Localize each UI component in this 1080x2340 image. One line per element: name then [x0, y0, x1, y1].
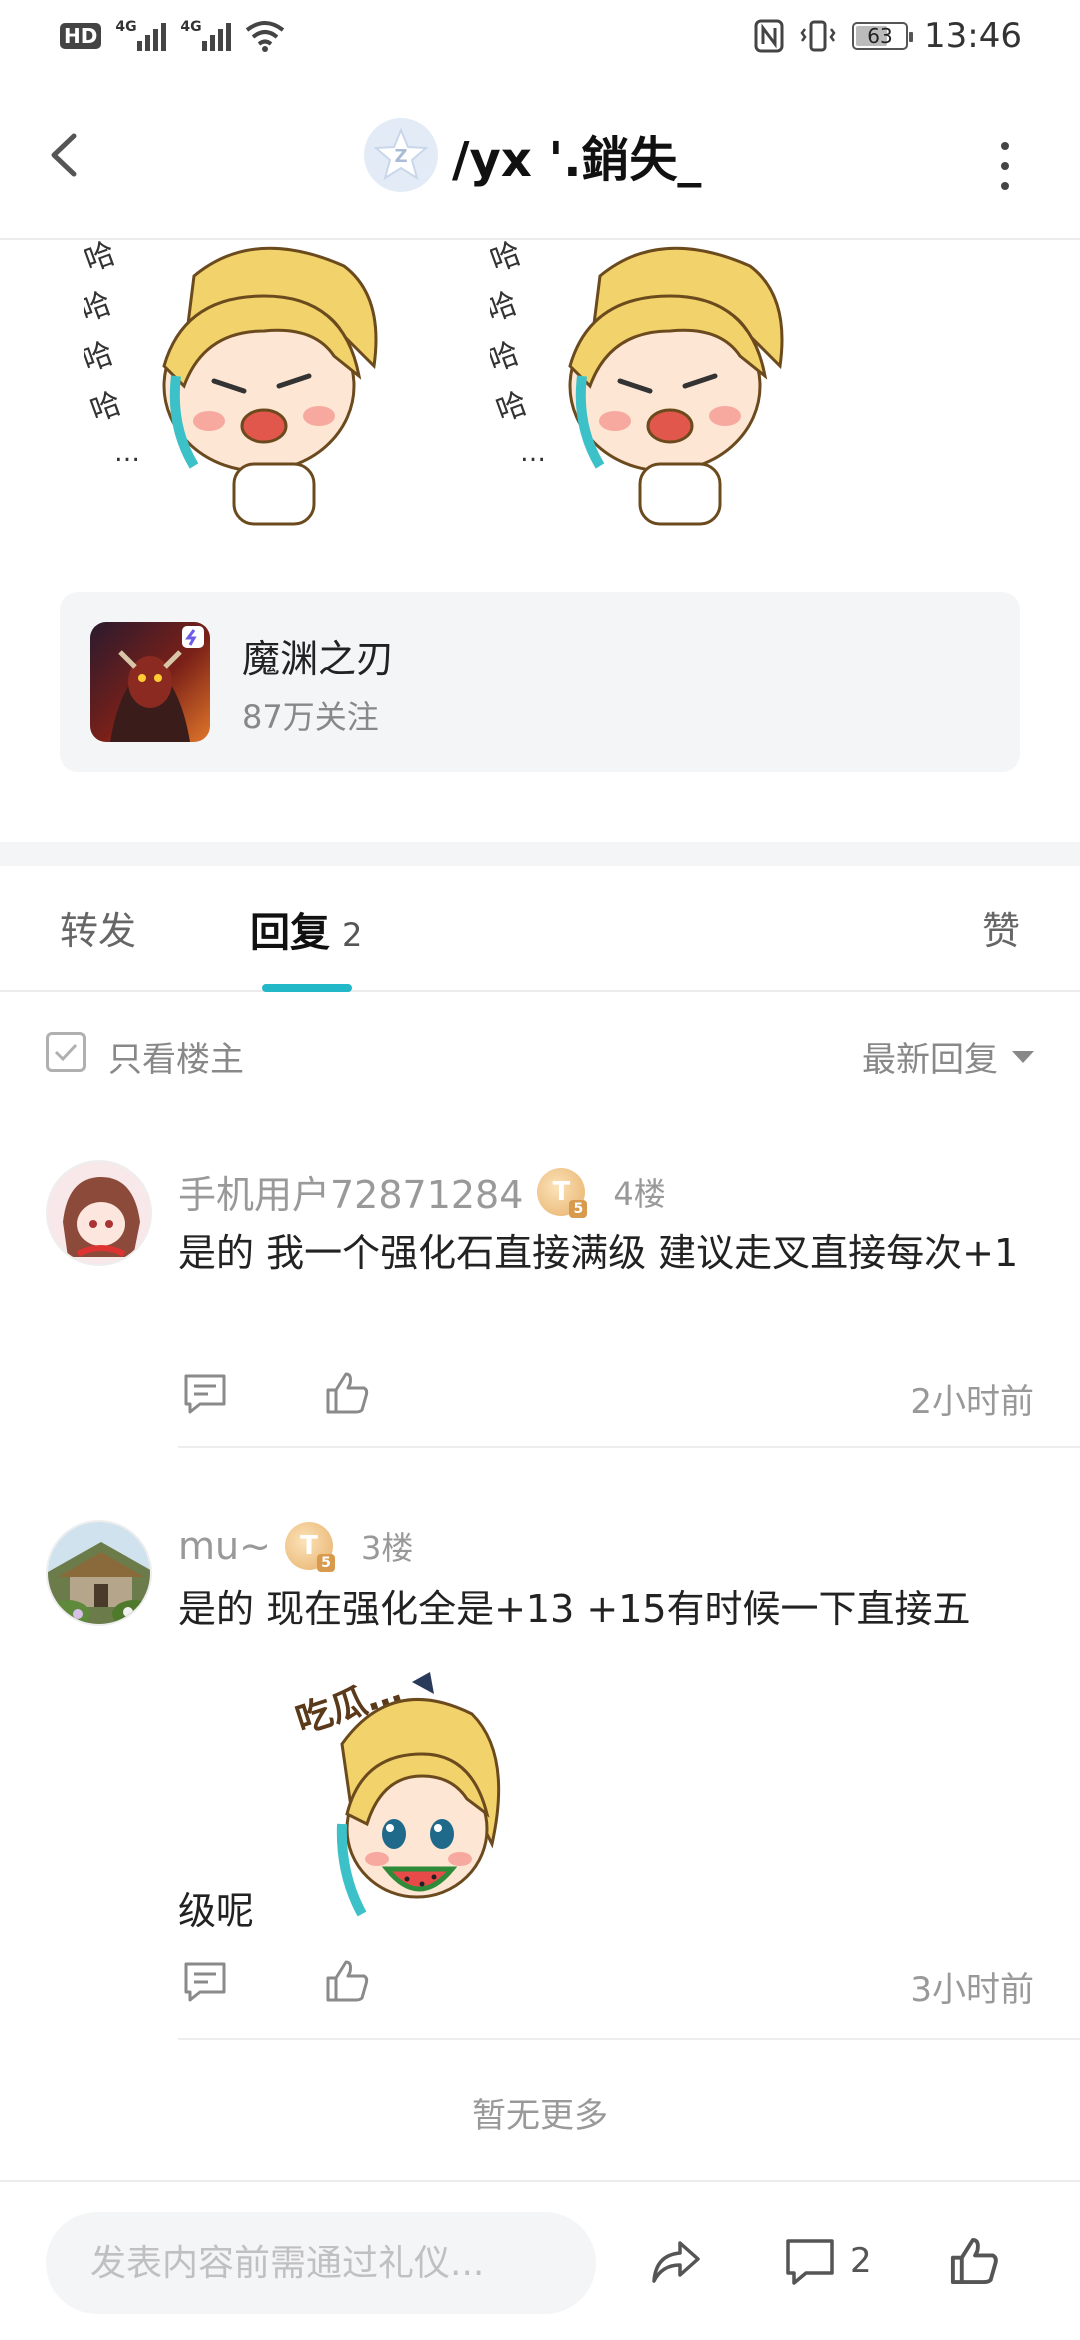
svg-text:哈: 哈: [490, 336, 524, 379]
tab-reply-label: 回复: [250, 910, 330, 956]
wifi-icon: [246, 21, 285, 52]
caret-down-icon: [1012, 1050, 1034, 1063]
tab-reply[interactable]: 回复 2: [250, 900, 362, 958]
reply-time: 2小时前: [910, 1382, 1034, 1422]
check-icon: [54, 1043, 78, 1062]
username[interactable]: 手机用户72871284: [178, 1164, 523, 1219]
laughing-sticker-image-2[interactable]: 哈 哈 哈 哈 …: [482, 236, 840, 526]
share-arrow-icon: [652, 2241, 700, 2283]
svg-text:哈: 哈: [490, 286, 522, 329]
svg-text:Z: Z: [394, 146, 407, 167]
floor-number: 3楼: [360, 1529, 414, 1567]
svg-text:哈: 哈: [84, 336, 118, 379]
active-tab-indicator: [262, 984, 352, 992]
reply-meta: mu~ T5 3楼: [178, 1522, 414, 1572]
forum-followers: 87万关注: [242, 698, 379, 736]
battery-icon: 63: [852, 22, 914, 50]
filter-row: 只看楼主 最新回复: [0, 1010, 1080, 1100]
svg-text:哈: 哈: [86, 386, 126, 429]
comment-bubble-icon: [786, 2239, 834, 2285]
clock: 13:46: [924, 16, 1022, 56]
svg-text:哈: 哈: [84, 236, 120, 279]
forum-card[interactable]: 魔渊之刃 87万关注: [60, 592, 1020, 772]
svg-text:…: …: [114, 438, 140, 468]
username[interactable]: mu~: [178, 1524, 271, 1568]
svg-text:…: …: [520, 438, 546, 468]
tab-reply-count: 2: [342, 916, 363, 954]
avatar[interactable]: [46, 1520, 152, 1626]
status-right: 63 13:46: [754, 16, 1022, 56]
tab-like[interactable]: 赞: [982, 900, 1020, 955]
level-badge: T5: [537, 1167, 588, 1218]
tab-repost[interactable]: 转发: [60, 900, 136, 955]
laughing-sticker-image[interactable]: 哈 哈 哈 哈 …: [76, 236, 434, 526]
signal-icon-2: 4G: [180, 19, 232, 51]
reply-separator: [178, 2038, 1080, 2040]
thumbs-up-icon[interactable]: [320, 1366, 374, 1420]
status-left: HD 4G 4G: [60, 19, 285, 52]
reply-meta: 手机用户72871284 T5 4楼: [178, 1164, 666, 1219]
title-group[interactable]: Z /yx '.銷失_: [364, 118, 701, 192]
share-button[interactable]: [646, 2226, 706, 2296]
nfc-icon: [754, 19, 784, 53]
star-logo-icon: Z: [364, 118, 438, 192]
bottom-action-bar: 2: [0, 2180, 1080, 2340]
only-op-label[interactable]: 只看楼主: [108, 1032, 244, 1081]
battery-level: 63: [867, 24, 893, 48]
hd-icon: HD: [60, 23, 102, 49]
no-more-label: 暂无更多: [472, 2096, 608, 2136]
reply-separator: [178, 1446, 1080, 1448]
reply-text-continued: 级呢: [178, 1889, 255, 1933]
more-options-button[interactable]: [990, 136, 1020, 196]
reply-text: 是的 现在强化全是+13 +15有时候一下直接五: [178, 1587, 971, 1631]
like-button[interactable]: [944, 2226, 1004, 2296]
comment-count: 2: [850, 2241, 872, 2281]
only-op-checkbox[interactable]: [46, 1032, 86, 1072]
back-button[interactable]: [36, 120, 96, 190]
sort-dropdown[interactable]: 最新回复: [862, 1032, 1034, 1081]
level-badge: T5: [284, 1522, 335, 1572]
reply-time: 3小时前: [910, 1970, 1034, 2010]
app-header: Z /yx '.銷失_: [0, 76, 1080, 240]
thumbs-up-icon: [950, 2237, 998, 2285]
chevron-left-icon: [51, 133, 77, 177]
comment-icon[interactable]: [178, 1954, 232, 2008]
tab-bar: 转发 回复 2 赞: [0, 866, 1080, 992]
svg-text:哈: 哈: [84, 286, 116, 329]
comment-count-button[interactable]: 2: [782, 2226, 872, 2296]
signal-icon: 4G: [115, 19, 167, 51]
svg-text:哈: 哈: [492, 386, 532, 429]
section-divider: [0, 842, 1080, 866]
floor-number: 4楼: [613, 1174, 666, 1213]
forum-name: 魔渊之刃: [242, 637, 395, 681]
sort-label: 最新回复: [862, 1040, 998, 1080]
forum-game-icon: [90, 622, 210, 742]
page-title: /yx '.銷失_: [452, 132, 702, 188]
status-bar: HD 4G 4G 63 13:46: [0, 0, 1080, 76]
svg-text:哈: 哈: [490, 236, 526, 279]
reply-text: 是的 我一个强化石直接满级 建议走叉直接每次+1: [178, 1231, 1019, 1275]
comment-input[interactable]: [46, 2212, 596, 2314]
thumbs-up-icon[interactable]: [320, 1954, 374, 2008]
vibrate-icon: [800, 20, 836, 52]
avatar[interactable]: [46, 1160, 152, 1266]
comment-icon[interactable]: [178, 1366, 232, 1420]
